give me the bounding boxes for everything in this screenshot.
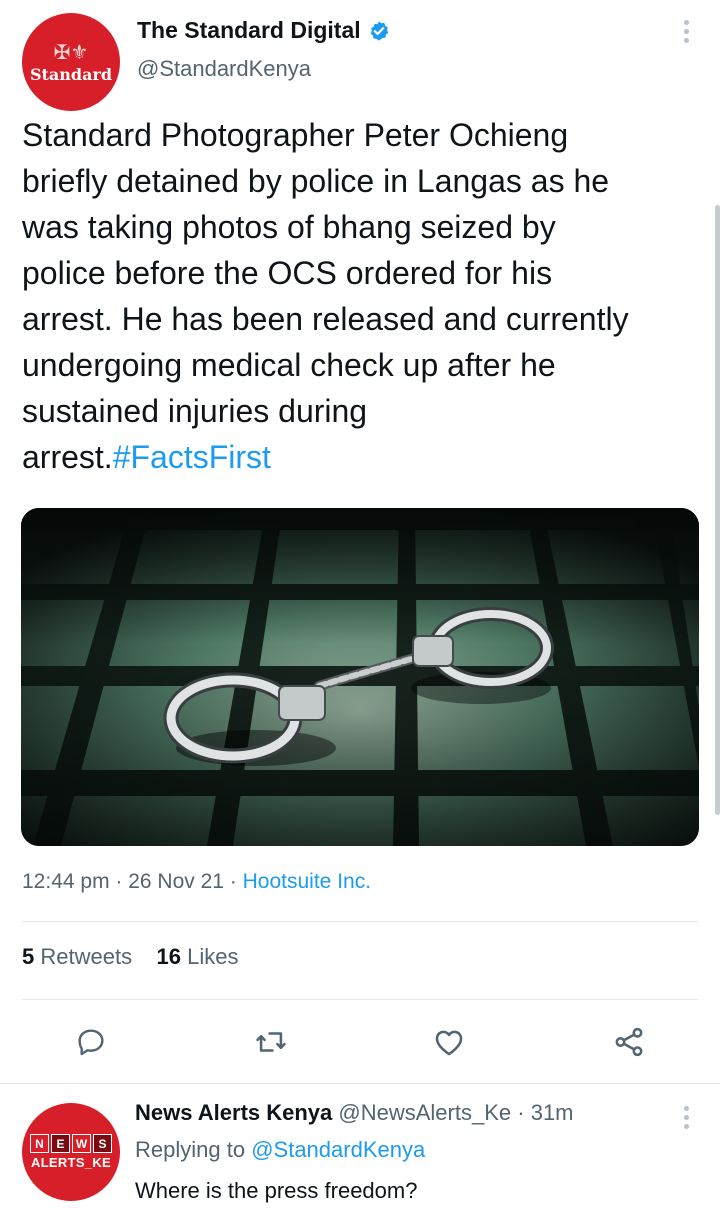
retweets-count: 5 <box>22 944 35 969</box>
logo-letter: E <box>51 1134 70 1153</box>
author-name-row[interactable]: The Standard Digital <box>137 17 390 44</box>
divider <box>22 921 698 922</box>
replying-prefix: Replying to <box>135 1137 246 1162</box>
author-avatar[interactable]: ✠⚜ Standard <box>22 13 120 111</box>
hashtag-link[interactable]: #FactsFirst <box>113 439 271 475</box>
replying-to: Replying to @StandardKenya <box>135 1137 425 1163</box>
divider <box>22 999 698 1000</box>
tweet-source-link[interactable]: Hootsuite Inc. <box>243 870 371 893</box>
replying-to-link[interactable]: @StandardKenya <box>251 1137 425 1162</box>
tweet-image-handcuffs[interactable] <box>21 508 699 846</box>
retweets-label: Retweets <box>40 944 133 969</box>
tweet-stats: 5 Retweets 16 Likes <box>22 944 239 970</box>
tweet-date[interactable]: 26 Nov 21 <box>128 870 224 893</box>
logo-letter: S <box>93 1134 112 1153</box>
tweet-text: Standard Photographer Peter Ochieng brie… <box>22 112 712 480</box>
reply-icon[interactable] <box>71 1022 111 1062</box>
verified-badge-icon <box>368 20 390 42</box>
logo-letter: N <box>30 1134 49 1153</box>
more-options-icon[interactable] <box>676 1102 696 1132</box>
standard-crest-icon: ✠⚜ <box>53 41 89 64</box>
likes-count: 16 <box>156 944 182 969</box>
author-handle[interactable]: @StandardKenya <box>137 56 311 82</box>
tweet-action-bar <box>0 1022 720 1062</box>
retweet-icon[interactable] <box>251 1022 291 1062</box>
logo-subtext: ALERTS_KE <box>31 1155 111 1170</box>
scrollbar[interactable] <box>715 205 720 815</box>
logo-letter: W <box>72 1134 91 1153</box>
section-divider <box>0 1083 720 1084</box>
avatar-logo-text: Standard <box>29 64 113 84</box>
likes-label: Likes <box>187 944 239 969</box>
reply-author-handle[interactable]: @NewsAlerts_Ke <box>338 1100 511 1125</box>
reply-text: Where is the press freedom? <box>135 1178 418 1203</box>
tweet-time[interactable]: 12:44 pm <box>22 870 110 893</box>
reply-author-avatar[interactable]: N E W S ALERTS_KE <box>22 1103 120 1201</box>
retweets-stat[interactable]: 5 Retweets <box>22 944 132 969</box>
reply-author-name[interactable]: News Alerts Kenya <box>135 1100 332 1125</box>
more-options-icon[interactable] <box>676 16 696 46</box>
share-icon[interactable] <box>609 1022 649 1062</box>
like-icon[interactable] <box>429 1022 469 1062</box>
tweet-body: Standard Photographer Peter Ochieng brie… <box>22 117 629 475</box>
reply-header: News Alerts Kenya @NewsAlerts_Ke · 31m <box>135 1100 574 1125</box>
tweet-timestamp: 12:44 pm · 26 Nov 21 · Hootsuite Inc. <box>22 870 372 893</box>
author-name[interactable]: The Standard Digital <box>137 17 361 44</box>
likes-stat[interactable]: 16 Likes <box>157 944 239 969</box>
reply-age: 31m <box>530 1100 574 1125</box>
news-logo: N E W S <box>30 1134 112 1153</box>
